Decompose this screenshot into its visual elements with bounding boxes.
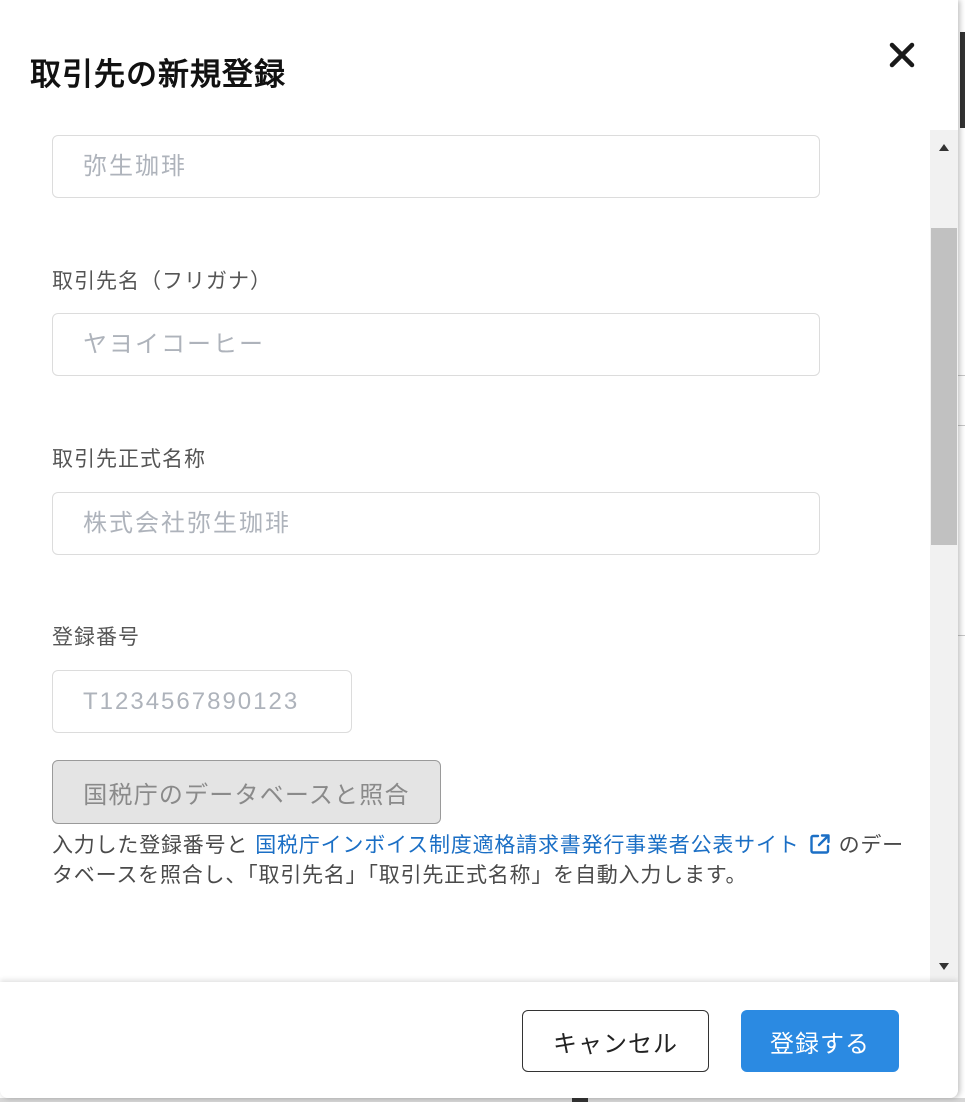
dialog-footer: キャンセル 登録する [0,982,958,1098]
registration-number-input[interactable] [52,670,352,733]
verify-with-nta-database-button[interactable]: 国税庁のデータベースと照合 [52,760,441,824]
form-scroll-area[interactable]: 取引先名（フリガナ） 取引先正式名称 登録番号 国税庁のデータベースと照合 入力… [0,130,958,982]
nta-invoice-site-link[interactable]: 国税庁インボイス制度適格請求書発行事業者公表サイト [255,834,838,857]
registration-number-label: 登録番号 [52,626,140,649]
background-bottom-edge [0,1098,965,1102]
help-text-prefix: 入力した登録番号と [52,834,249,857]
register-button[interactable]: 登録する [741,1010,899,1072]
client-name-kana-label: 取引先名（フリガナ） [52,270,272,293]
background-divider [958,635,965,636]
background-header-bar [960,32,965,128]
cancel-button[interactable]: キャンセル [522,1010,709,1072]
close-button[interactable] [882,35,922,75]
client-name-kana-input[interactable] [52,313,820,376]
triangle-up-icon[interactable] [930,133,958,161]
scrollbar-track[interactable] [930,130,958,982]
background-divider [958,375,965,376]
scrollbar-thumb[interactable] [931,228,957,545]
external-link-icon[interactable] [809,833,831,855]
close-icon[interactable] [882,35,922,75]
dialog-title: 取引先の新規登録 [30,57,286,92]
help-text: 入力した登録番号と 国税庁インボイス制度適格請求書発行事業者公表サイト のデータベー… [52,831,914,891]
background-divider [958,425,965,426]
official-name-input[interactable] [52,492,820,555]
client-name-input[interactable] [52,135,820,198]
new-client-dialog: 取引先の新規登録 取引先名（フリガナ） 取引先正式名称 登録番号 国税庁のデータ… [0,0,958,1098]
nta-invoice-site-link-label: 国税庁インボイス制度適格請求書発行事業者公表サイト [255,834,800,857]
official-name-label: 取引先正式名称 [52,448,206,471]
scroll-down-arrow[interactable] [930,953,958,981]
scroll-up-arrow[interactable] [930,133,958,161]
triangle-down-icon[interactable] [930,953,958,981]
